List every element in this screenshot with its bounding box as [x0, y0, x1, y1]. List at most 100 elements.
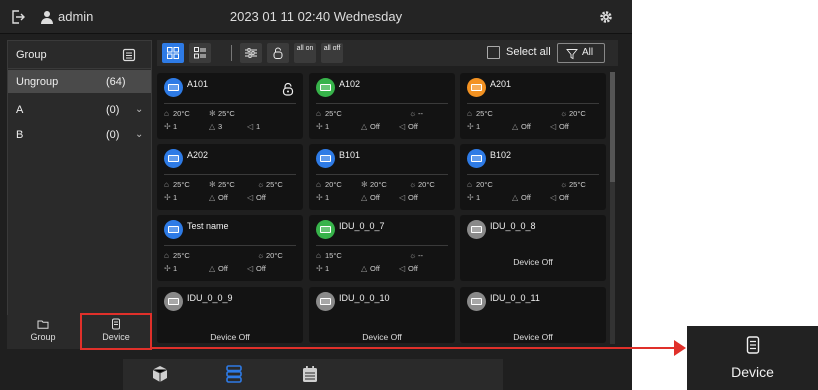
- fan-speed: ✢ 1: [316, 122, 330, 131]
- scrollbar-thumb[interactable]: [610, 72, 615, 182]
- sun-icon: ☼: [409, 109, 417, 118]
- select-all-checkbox[interactable]: [487, 46, 500, 59]
- device-card[interactable]: A101 ⌂ 20°C ✻ 25°C ✢ 1 △ 3 ◁ 1: [157, 73, 303, 139]
- fan-speed: ✢ 1: [467, 122, 481, 131]
- device-card[interactable]: A201 ⌂ 25°C ☼ 20°C ✢ 1 △ Off ◁ Off: [460, 73, 606, 139]
- indoor-temp: ⌂ 25°C: [467, 109, 493, 118]
- heat-setpoint: ☼ 20°C: [257, 251, 283, 260]
- settings-sliders-button[interactable]: [240, 43, 262, 63]
- fan-icon: ✢: [467, 193, 474, 202]
- device-card[interactable]: B101 ⌂ 20°C ✻ 20°C ☼ 20°C ✢ 1 △ Off ◁ Off: [309, 144, 455, 210]
- swing-status: △ Off: [512, 122, 531, 131]
- group-item-a[interactable]: A (0) ⌄: [8, 98, 151, 121]
- home-temp-icon: ⌂: [164, 109, 169, 118]
- group-item-ungroup[interactable]: Ungroup (64): [8, 70, 151, 93]
- card-divider: [164, 245, 296, 246]
- callout-arrow-head: [674, 340, 686, 356]
- swing-icon: △: [209, 193, 216, 202]
- louver-status: ◁ Off: [550, 193, 569, 202]
- device-card[interactable]: A102 ⌂ 25°C ☼ -- ✢ 1 △ Off ◁ Off: [309, 73, 455, 139]
- device-toolbar: all on all off Select all All: [157, 40, 618, 66]
- group-sidebar: Group Ungroup (64) A (0) ⌄ B (0) ⌄: [7, 40, 152, 348]
- fan-icon: ✢: [164, 122, 171, 131]
- device-off-text: Device Off: [513, 332, 553, 342]
- louver-icon: ◁: [399, 122, 406, 131]
- all-off-button[interactable]: all off: [321, 43, 343, 63]
- indoor-unit-icon: [316, 292, 335, 311]
- group-tab-label: Group: [30, 332, 56, 342]
- indoor-unit-icon: [316, 149, 335, 168]
- group-name: B: [16, 129, 24, 141]
- grid-view-button[interactable]: [162, 43, 184, 63]
- calendar-icon[interactable]: [301, 365, 319, 383]
- cube-icon[interactable]: [151, 365, 169, 383]
- louver-icon: ◁: [550, 193, 557, 202]
- swing-icon: △: [361, 193, 368, 202]
- bottom-nav-bar: [123, 359, 503, 390]
- fan-icon: ✢: [316, 264, 323, 273]
- swing-icon: △: [209, 122, 216, 131]
- indoor-temp: ⌂ 25°C: [164, 251, 190, 260]
- group-tab-button[interactable]: Group: [7, 315, 79, 349]
- snowflake-icon: ✻: [361, 180, 368, 189]
- logout-icon[interactable]: [10, 9, 26, 25]
- fan-speed: ✢ 1: [164, 264, 178, 273]
- indoor-temp: ⌂ 20°C: [164, 109, 190, 118]
- snowflake-icon: ✻: [209, 180, 216, 189]
- device-card[interactable]: IDU_0_0_11 Device Off: [460, 287, 606, 343]
- gear-icon[interactable]: [598, 9, 614, 25]
- device-card[interactable]: IDU_0_0_8 Device Off: [460, 215, 606, 281]
- all-off-label: all off: [323, 45, 341, 52]
- card-divider: [316, 103, 448, 104]
- home-temp-icon: ⌂: [467, 180, 472, 189]
- device-name: B101: [339, 150, 361, 160]
- device-name: A102: [339, 79, 361, 89]
- filter-button[interactable]: All: [557, 43, 605, 63]
- louver-status: ◁ Off: [399, 122, 418, 131]
- card-scrollbar[interactable]: [610, 72, 615, 344]
- card-divider: [316, 245, 448, 246]
- indoor-temp: ⌂ 20°C: [467, 180, 493, 189]
- group-count: (64): [106, 76, 126, 88]
- indoor-unit-icon: [164, 292, 183, 311]
- sliders-icon: [245, 48, 257, 58]
- group-name: A: [16, 104, 24, 116]
- swing-status: △ Off: [361, 193, 380, 202]
- sun-icon: ☼: [409, 251, 417, 260]
- device-card[interactable]: IDU_0_0_9 Device Off: [157, 287, 303, 343]
- device-card[interactable]: Test name ⌂ 25°C ☼ 20°C ✢ 1 △ Off ◁ Off: [157, 215, 303, 281]
- home-temp-icon: ⌂: [467, 109, 472, 118]
- swing-status: △ Off: [361, 264, 380, 273]
- datetime-display: 2023 01 11 02:40 Wednesday: [229, 9, 403, 24]
- device-name: IDU_0_0_8: [490, 221, 536, 231]
- all-on-button[interactable]: all on: [294, 43, 316, 63]
- fan-icon: ✢: [316, 122, 323, 131]
- group-count: (0): [106, 129, 120, 141]
- group-edit-icon[interactable]: [122, 48, 136, 62]
- list-view-button[interactable]: [189, 43, 211, 63]
- lock-button[interactable]: [267, 43, 289, 63]
- snowflake-icon: ✻: [209, 109, 216, 118]
- fan-speed: ✢ 1: [316, 264, 330, 273]
- group-item-b[interactable]: B (0) ⌄: [8, 123, 151, 146]
- fan-icon: ✢: [467, 122, 474, 131]
- heat-setpoint: ☼ 20°C: [560, 109, 586, 118]
- top-bar: admin 2023 01 11 02:40 Wednesday: [0, 0, 632, 34]
- device-name: IDU_0_0_11: [490, 293, 540, 303]
- device-card[interactable]: IDU_0_0_10 Device Off: [309, 287, 455, 343]
- indoor-unit-icon: [316, 220, 335, 239]
- device-list-icon[interactable]: [225, 365, 243, 383]
- louver-icon: ◁: [247, 193, 254, 202]
- filter-icon: [566, 49, 578, 60]
- indoor-temp: ⌂ 25°C: [164, 180, 190, 189]
- sidebar-title: Group: [16, 49, 47, 61]
- louver-status: ◁ Off: [399, 264, 418, 273]
- device-card[interactable]: A202 ⌂ 25°C ✻ 25°C ☼ 25°C ✢ 1 △ Off ◁ Off: [157, 144, 303, 210]
- device-card[interactable]: IDU_0_0_7 ⌂ 15°C ☼ -- ✢ 1 △ Off ◁ Off: [309, 215, 455, 281]
- chevron-down-icon[interactable]: ⌄: [135, 129, 143, 140]
- heat-setpoint: ☼ --: [409, 251, 423, 260]
- swing-icon: △: [361, 264, 368, 273]
- device-card[interactable]: B102 ⌂ 20°C ☼ 25°C ✢ 1 △ Off ◁ Off: [460, 144, 606, 210]
- sun-icon: ☼: [560, 109, 568, 118]
- chevron-down-icon[interactable]: ⌄: [135, 104, 143, 115]
